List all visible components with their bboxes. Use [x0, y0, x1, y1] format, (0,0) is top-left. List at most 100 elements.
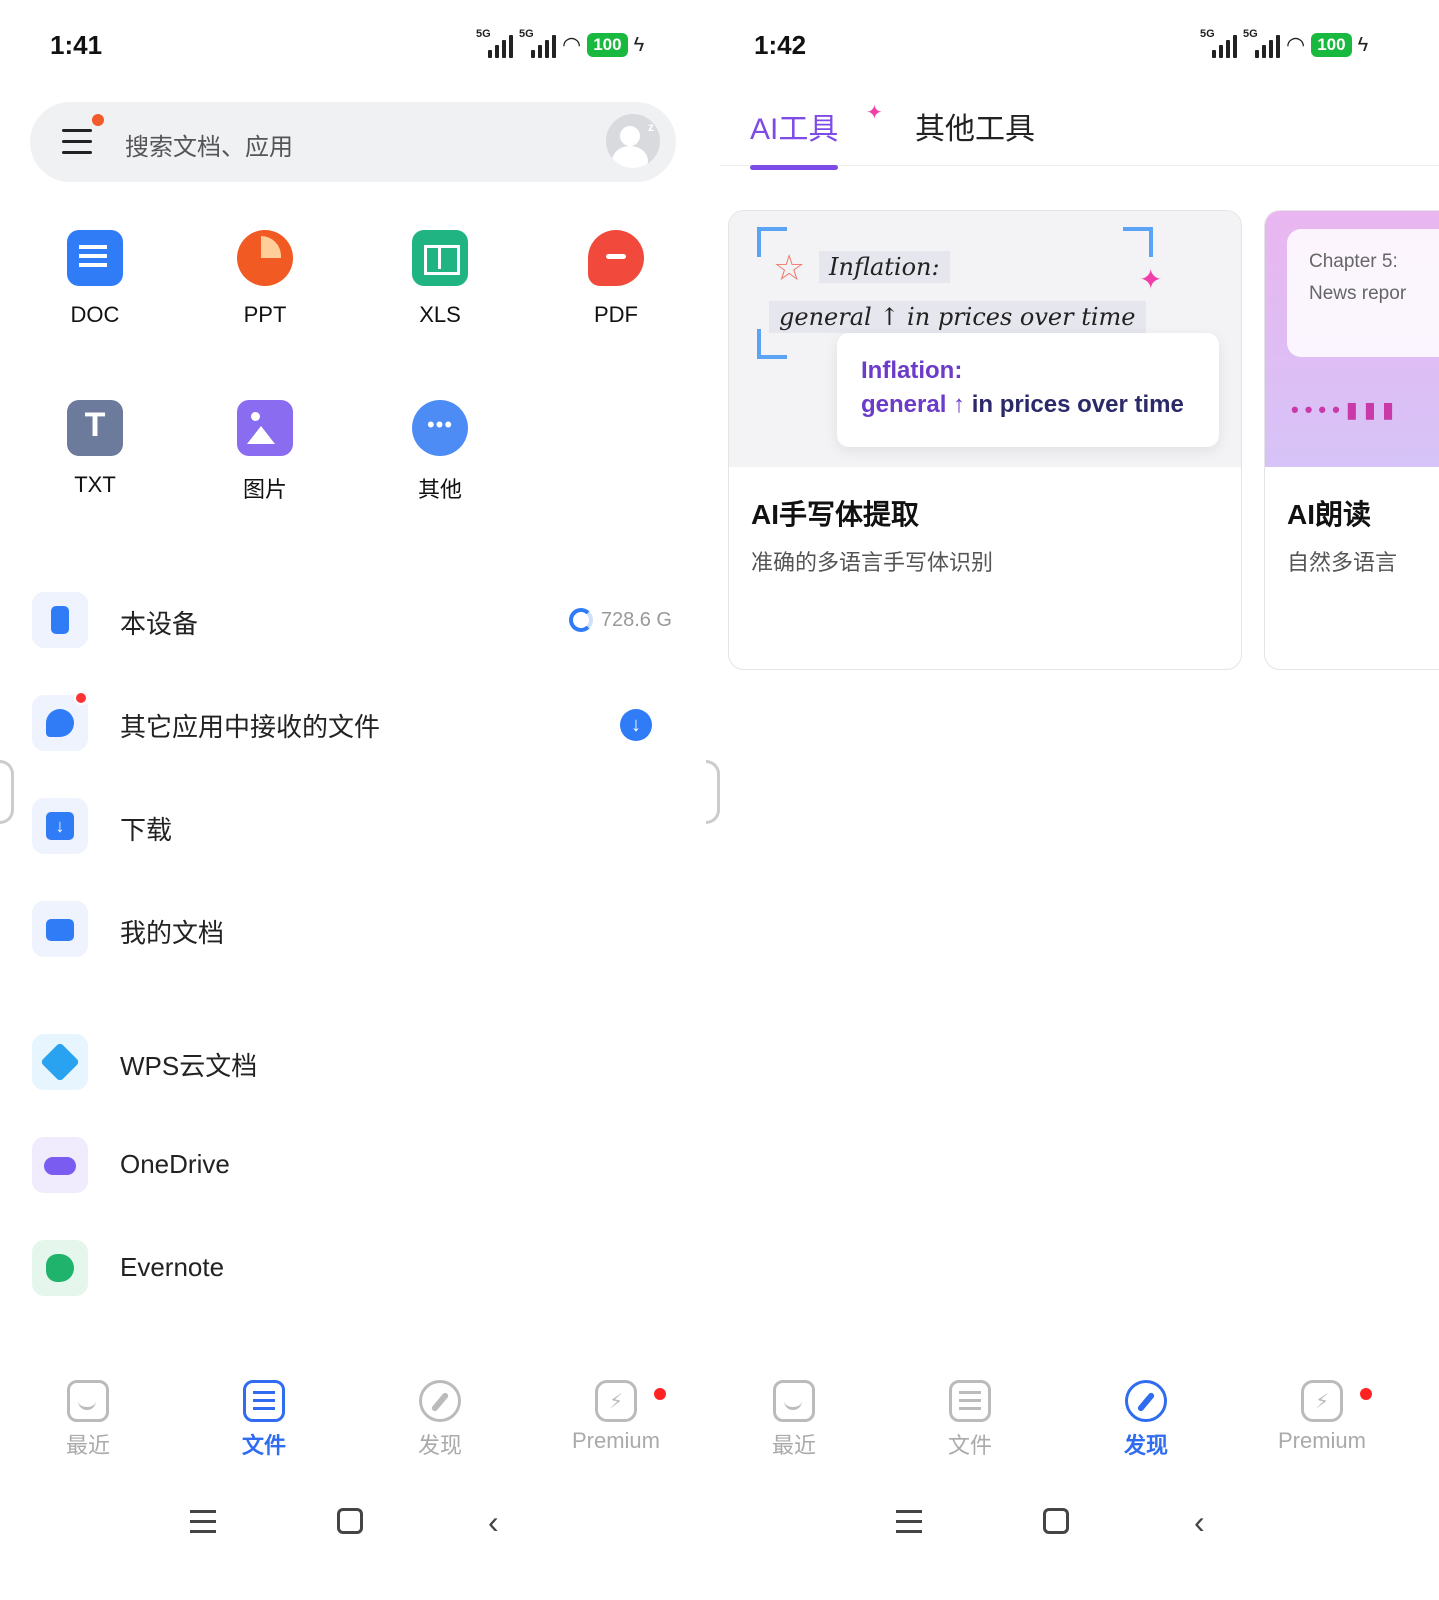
cloud-box-icon: [32, 1034, 88, 1090]
file-type-label: PDF: [594, 302, 638, 327]
notification-dot: [654, 1388, 666, 1400]
star-icon: ☆: [773, 247, 806, 288]
onedrive-icon: [32, 1137, 88, 1193]
bottom-nav: 最近 文件 发现 Premium: [720, 1380, 1439, 1480]
file-type-label: 图片: [242, 477, 287, 502]
card-ai-handwriting[interactable]: ☆ Inflation: general ↑ in prices over ti…: [728, 210, 1242, 670]
nav-recent[interactable]: 最近: [734, 1380, 854, 1460]
avatar[interactable]: z: [606, 114, 660, 168]
nav-label: 发现: [417, 1433, 462, 1458]
tab-ai-tools[interactable]: AI工具 ✦: [750, 102, 883, 170]
file-type-label: DOC: [70, 302, 120, 327]
nav-premium[interactable]: Premium: [556, 1380, 676, 1454]
signal-icon: 5G: [1200, 28, 1237, 58]
status-bar: 1:42 5G 5G ◠ 100 ϟ: [720, 0, 1439, 90]
nav-recent[interactable]: 最近: [28, 1380, 148, 1460]
file-type-xls[interactable]: XLS: [380, 230, 500, 328]
download-arrow-icon[interactable]: ↓: [620, 709, 652, 741]
recents-icon[interactable]: [896, 1510, 922, 1534]
location-received-files[interactable]: 其它应用中接收的文件 ↓: [32, 691, 672, 755]
discover-icon: [419, 1380, 461, 1422]
nav-files[interactable]: 文件: [910, 1380, 1030, 1460]
status-time: 1:41: [50, 30, 103, 60]
signal-icon-2: 5G: [1243, 28, 1280, 58]
handwriting-illustration: ☆ Inflation: general ↑ in prices over ti…: [729, 211, 1241, 467]
location-device[interactable]: 本设备 728.6 G: [32, 592, 672, 652]
nav-files[interactable]: 文件: [204, 1380, 324, 1460]
storage-indicator: 728.6 G: [568, 608, 672, 632]
notification-dot: [92, 114, 104, 126]
status-bar: 1:41 5G 5G ◠ 100 ϟ: [0, 0, 705, 90]
evernote-icon: [32, 1240, 88, 1296]
audio-wave-icon: ••••▮▮▮: [1291, 397, 1401, 422]
nav-label: 发现: [1123, 1433, 1168, 1458]
file-type-pdf[interactable]: PDF: [556, 230, 676, 328]
folder-icon: [32, 901, 88, 957]
txt-icon: [67, 400, 123, 456]
file-type-doc[interactable]: DOC: [35, 230, 155, 328]
file-type-label: PPT: [243, 302, 287, 327]
file-type-label: TXT: [74, 472, 116, 497]
location-label: OneDrive: [120, 1149, 230, 1179]
nav-label: 文件: [947, 1433, 992, 1458]
system-nav: ‹: [720, 1500, 1439, 1550]
handwriting-text: general ↑ in prices over time: [769, 301, 1146, 333]
sparkle-icon: ✦: [866, 102, 883, 124]
status-icons: 5G 5G ◠ 100 ϟ: [476, 28, 645, 60]
file-type-ppt[interactable]: PPT: [205, 230, 325, 328]
location-my-documents[interactable]: 我的文档: [32, 901, 672, 961]
files-screen: 1:41 5G 5G ◠ 100 ϟ 搜索文档、应用 z DOC PPT XLS…: [0, 0, 705, 1600]
signal-icon: 5G: [476, 28, 513, 58]
card-title: AI朗读: [1287, 499, 1372, 530]
back-icon[interactable]: ‹: [488, 1504, 499, 1541]
home-icon[interactable]: [1043, 1508, 1069, 1534]
handwriting-text: Inflation:: [819, 251, 950, 283]
location-onedrive[interactable]: OneDrive: [32, 1137, 672, 1197]
search-input[interactable]: 搜索文档、应用: [125, 127, 293, 162]
discover-icon: [1125, 1380, 1167, 1422]
file-type-other[interactable]: 其他: [380, 400, 500, 504]
battery-icon: 100: [1311, 33, 1352, 57]
location-label: 本设备: [120, 609, 199, 639]
status-icons: 5G 5G ◠ 100 ϟ: [1200, 28, 1369, 60]
back-icon[interactable]: ‹: [1194, 1504, 1205, 1541]
home-icon[interactable]: [337, 1508, 363, 1534]
location-wps-cloud[interactable]: WPS云文档: [32, 1034, 672, 1094]
nav-discover[interactable]: 发现: [380, 1380, 500, 1460]
menu-icon[interactable]: [62, 129, 92, 155]
system-nav: ‹: [0, 1500, 705, 1550]
location-evernote[interactable]: Evernote: [32, 1240, 672, 1300]
file-type-txt[interactable]: TXT: [35, 400, 155, 498]
nav-discover[interactable]: 发现: [1086, 1380, 1206, 1460]
screen-edge-handle: [0, 760, 14, 824]
files-icon: [243, 1380, 285, 1422]
location-label: WPS云文档: [120, 1051, 258, 1081]
premium-icon: [1301, 1380, 1343, 1422]
file-type-image[interactable]: 图片: [205, 400, 325, 504]
location-label: 其它应用中接收的文件: [120, 712, 381, 742]
doc-icon: [67, 230, 123, 286]
card-ai-read-aloud[interactable]: Chapter 5: News repor ••••▮▮▮ AI朗读 自然多语言: [1264, 210, 1439, 670]
tool-tabs: AI工具 ✦ 其他工具: [720, 100, 1439, 170]
tab-other-tools[interactable]: 其他工具: [915, 104, 1035, 148]
nav-label: 文件: [241, 1433, 286, 1458]
sparkle-icon: ✦: [1139, 264, 1163, 295]
screen-edge-handle: [706, 760, 720, 824]
location-downloads[interactable]: ↓ 下载: [32, 798, 672, 858]
read-aloud-illustration: Chapter 5: News repor ••••▮▮▮: [1265, 211, 1439, 467]
search-bar[interactable]: 搜索文档、应用 z: [30, 102, 676, 182]
recents-icon[interactable]: [190, 1510, 216, 1534]
recent-icon: [67, 1380, 109, 1422]
bottom-nav: 最近 文件 发现 Premium: [0, 1380, 705, 1480]
signal-icon-2: 5G: [519, 28, 556, 58]
charging-icon: ϟ: [1357, 33, 1369, 56]
wifi-icon: ◠: [562, 32, 582, 57]
nav-label: 最近: [771, 1433, 816, 1458]
nav-premium[interactable]: Premium: [1262, 1380, 1382, 1454]
location-label: 下载: [120, 815, 173, 845]
nav-label: Premium: [1277, 1428, 1366, 1453]
charging-icon: ϟ: [633, 33, 645, 56]
status-time: 1:42: [754, 30, 807, 60]
download-icon: ↓: [32, 798, 88, 854]
card-subtitle: 自然多语言: [1287, 550, 1398, 575]
